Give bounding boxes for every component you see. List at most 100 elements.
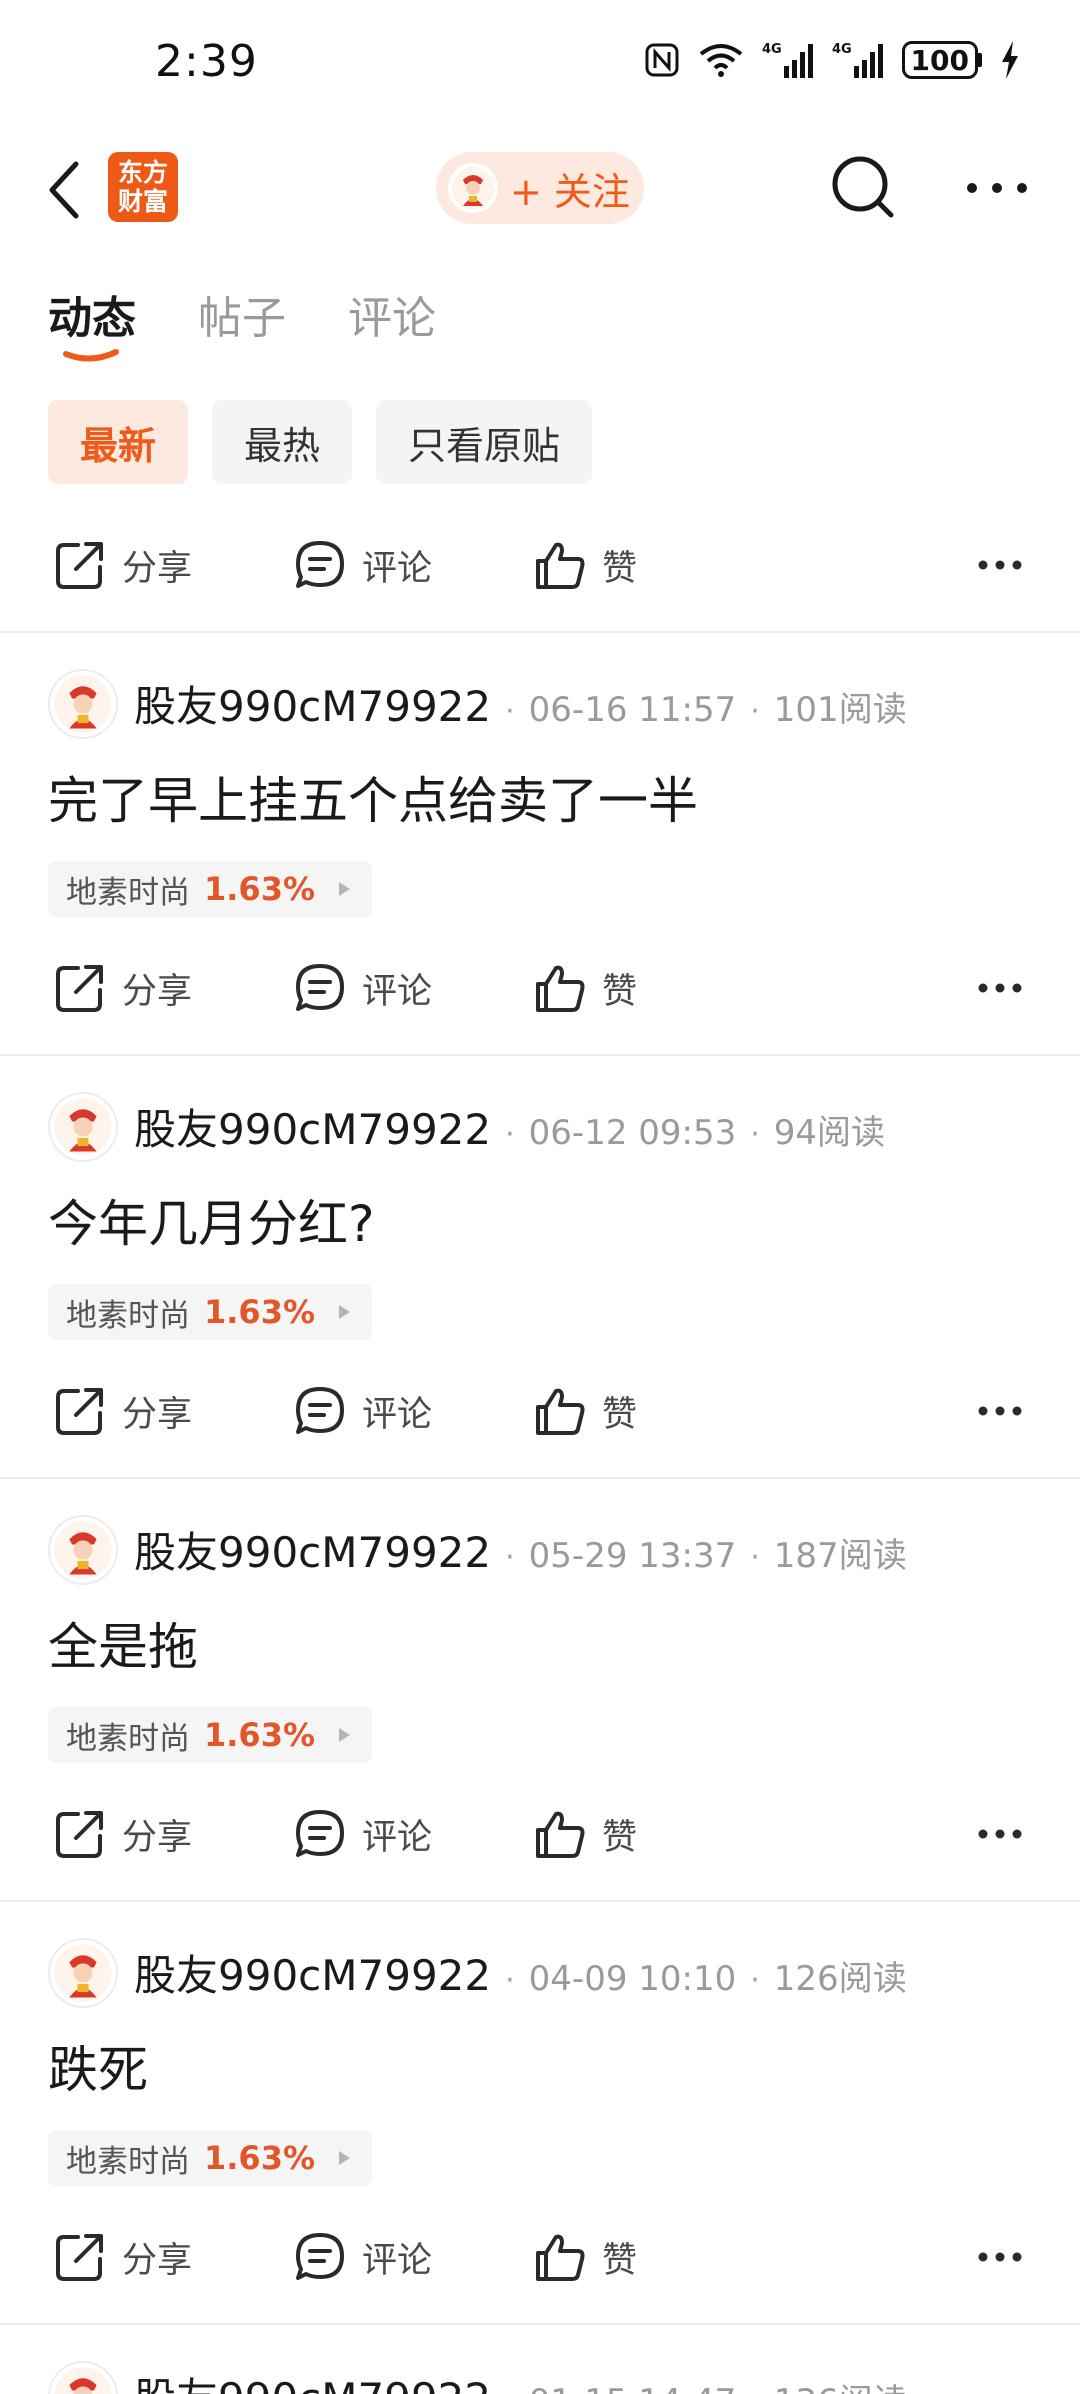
post-more-icon[interactable]	[975, 973, 1025, 1003]
share-icon	[56, 965, 103, 1012]
comment-label: 评论	[362, 971, 433, 1012]
search-icon[interactable]	[828, 152, 898, 222]
filter-hot[interactable]: 最热	[212, 400, 353, 484]
tab-comments[interactable]: 评论	[348, 282, 436, 362]
like-button[interactable]: 赞	[532, 943, 637, 1033]
thumbs-up-icon	[536, 1388, 585, 1435]
like-button[interactable]: 赞	[532, 520, 637, 610]
avatar[interactable]	[48, 669, 118, 739]
share-icon	[56, 1811, 103, 1858]
comment-button[interactable]: 评论	[292, 943, 432, 1033]
like-button[interactable]: 赞	[532, 2212, 637, 2302]
stock-change: 1.63%	[204, 2139, 316, 2177]
post-item[interactable]: 股友990cM79922 · 05-29 13:37 · 187阅读 全是拖 地…	[0, 1479, 1080, 1899]
comment-icon	[296, 964, 344, 1011]
post-content[interactable]: 完了早上挂五个点给卖了一半	[48, 761, 698, 833]
action-bar: 分享 评论 赞	[0, 1366, 1080, 1456]
tab-posts[interactable]: 帖子	[198, 282, 286, 362]
post-username[interactable]: 股友990cM79922	[134, 1519, 491, 1580]
app-logo: 东方 财富	[108, 152, 178, 222]
tab-dynamic[interactable]: 动态	[48, 282, 136, 362]
avatar[interactable]	[48, 1515, 118, 1585]
stock-tag[interactable]: 地素时尚 1.63%	[48, 2130, 372, 2186]
stock-name: 地素时尚	[66, 1720, 190, 1757]
post-more-icon[interactable]	[975, 2242, 1025, 2272]
post-username[interactable]: 股友990cM79922	[134, 1096, 491, 1157]
avatar-icon	[54, 2367, 112, 2394]
comment-icon	[296, 541, 344, 588]
status-icons: 4G 4G 100	[644, 40, 1020, 80]
post-meta: 股友990cM79922 · 01-15 14:47 · 136阅读	[134, 2365, 907, 2394]
like-button[interactable]: 赞	[532, 1789, 637, 1879]
logo-line-1: 东方	[117, 158, 168, 187]
back-icon[interactable]	[42, 158, 92, 222]
avatar[interactable]	[48, 1938, 118, 2008]
follow-button[interactable]: + 关注	[436, 152, 644, 224]
post-time: 04-09 10:10	[528, 1959, 737, 1999]
logo-line-2: 财富	[117, 187, 168, 216]
stock-name: 地素时尚	[66, 2143, 190, 2180]
stock-tag[interactable]: 地素时尚 1.63%	[48, 861, 372, 917]
comment-button[interactable]: 评论	[292, 1366, 432, 1456]
wifi-icon	[699, 44, 742, 77]
post-content[interactable]: 跌死	[48, 2030, 148, 2102]
action-bar: 分享 评论 赞	[0, 943, 1080, 1033]
post-more-icon[interactable]	[975, 1819, 1025, 1849]
like-button[interactable]: 赞	[532, 1366, 637, 1456]
share-label: 分享	[122, 971, 193, 1012]
filter-latest[interactable]: 最新	[48, 400, 189, 484]
charging-icon	[1002, 41, 1018, 79]
post-reads: 187阅读	[773, 1536, 907, 1576]
post-meta: 股友990cM79922 · 06-12 09:53 · 94阅读	[134, 1096, 885, 1157]
avatar[interactable]	[48, 1092, 118, 1162]
follow-label: + 关注	[510, 169, 630, 214]
post-content[interactable]: 今年几月分红?	[48, 1184, 375, 1256]
comment-label: 评论	[362, 548, 433, 589]
action-bar: 分享 评论 赞	[0, 2212, 1080, 2302]
thumbs-up-icon	[536, 2234, 585, 2281]
comment-button[interactable]: 评论	[292, 520, 432, 610]
comment-icon	[296, 1810, 344, 1857]
post-item[interactable]: 股友990cM79922 · 01-15 14:47 · 136阅读	[0, 2325, 1080, 2394]
tab-underline	[63, 349, 119, 362]
share-button[interactable]: 分享	[52, 1789, 192, 1879]
network-label-1: 4G	[762, 42, 782, 57]
tab-label: 帖子	[198, 293, 286, 344]
post-more-icon[interactable]	[975, 550, 1025, 580]
meta-separator: ·	[505, 1117, 515, 1152]
like-label: 赞	[602, 1817, 638, 1858]
comment-button[interactable]: 评论	[292, 1789, 432, 1879]
avatar-icon	[452, 167, 494, 209]
post-username[interactable]: 股友990cM79922	[134, 1942, 491, 2003]
share-button[interactable]: 分享	[52, 2212, 192, 2302]
stock-name: 地素时尚	[66, 874, 190, 911]
filter-bar: 最新 最热 只看原贴	[48, 400, 593, 484]
post-item[interactable]: 股友990cM79922 · 06-12 09:53 · 94阅读 今年几月分红…	[0, 1056, 1080, 1476]
share-button[interactable]: 分享	[52, 1366, 192, 1456]
avatar[interactable]	[48, 2361, 118, 2394]
post-username[interactable]: 股友990cM79922	[134, 673, 491, 734]
post-item[interactable]: 股友990cM79922 · 04-09 10:10 · 126阅读 跌死 地素…	[0, 1902, 1080, 2322]
post-more-icon[interactable]	[975, 1396, 1025, 1426]
stock-tag[interactable]: 地素时尚 1.63%	[48, 1707, 372, 1763]
post-username[interactable]: 股友990cM79922	[134, 2365, 491, 2394]
meta-separator: ·	[505, 1963, 515, 1998]
stock-name: 地素时尚	[66, 1297, 190, 1334]
share-label: 分享	[122, 1394, 193, 1435]
share-button[interactable]: 分享	[52, 943, 192, 1033]
comment-button[interactable]: 评论	[292, 2212, 432, 2302]
stock-tag[interactable]: 地素时尚 1.63%	[48, 1284, 372, 1340]
avatar-icon	[54, 1521, 112, 1579]
post-item[interactable]: 股友990cM79922 · 06-16 11:57 · 101阅读 完了早上挂…	[0, 633, 1080, 1053]
filter-original[interactable]: 只看原贴	[376, 400, 593, 484]
post-content[interactable]: 全是拖	[48, 1607, 198, 1679]
action-bar: 分享 评论 赞	[0, 520, 1080, 610]
post-meta: 股友990cM79922 · 05-29 13:37 · 187阅读	[134, 1519, 907, 1580]
post-reads: 126阅读	[773, 1959, 907, 1999]
more-icon[interactable]	[962, 178, 1032, 198]
share-label: 分享	[122, 548, 193, 589]
meta-separator: ·	[505, 1540, 515, 1575]
share-label: 分享	[122, 1817, 193, 1858]
share-button[interactable]: 分享	[52, 520, 192, 610]
meta-separator: ·	[750, 1540, 760, 1575]
